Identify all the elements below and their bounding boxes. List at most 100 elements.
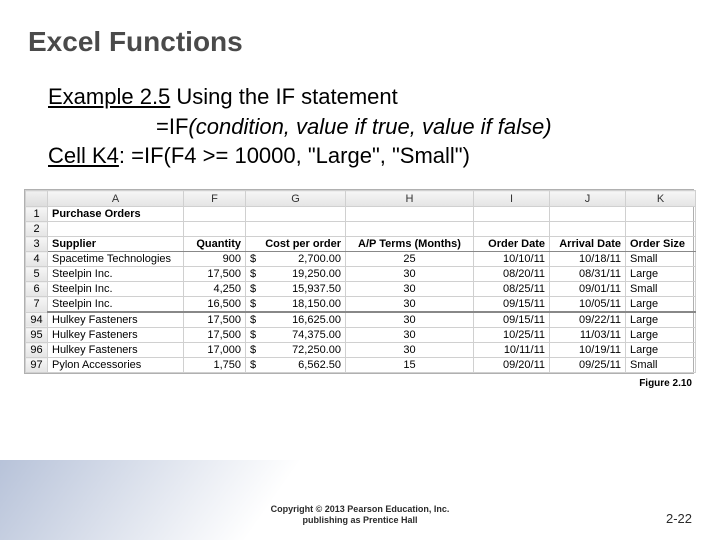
cell-header[interactable]: Supplier	[48, 237, 184, 252]
cell-terms[interactable]: 30	[346, 282, 474, 297]
cell-order[interactable]: 09/15/11	[474, 312, 550, 328]
cell-arrival[interactable]: 09/01/11	[550, 282, 626, 297]
cell-qty[interactable]: 17,500	[184, 312, 246, 328]
cell-supplier[interactable]: Pylon Accessories	[48, 358, 184, 373]
cell-terms[interactable]: 30	[346, 328, 474, 343]
table-row: 97Pylon Accessories1,750$6,562.501509/20…	[26, 358, 696, 373]
cell-size[interactable]: Large	[626, 267, 696, 282]
cell-cost[interactable]: $15,937.50	[246, 282, 346, 297]
row-header[interactable]: 96	[26, 343, 48, 358]
cell-size[interactable]: Small	[626, 358, 696, 373]
cell-supplier[interactable]: Hulkey Fasteners	[48, 312, 184, 328]
cell-header[interactable]: Order Date	[474, 237, 550, 252]
cell-cost[interactable]: $2,700.00	[246, 252, 346, 267]
row-header[interactable]: 5	[26, 267, 48, 282]
row-header[interactable]: 7	[26, 297, 48, 313]
cell-supplier[interactable]: Hulkey Fasteners	[48, 328, 184, 343]
row-header[interactable]: 3	[26, 237, 48, 252]
cell-cost[interactable]: $6,562.50	[246, 358, 346, 373]
cell-terms[interactable]: 30	[346, 343, 474, 358]
table-row: 2	[26, 222, 696, 237]
cell-size[interactable]: Large	[626, 297, 696, 313]
cell-arrival[interactable]: 09/22/11	[550, 312, 626, 328]
cell-arrival[interactable]: 08/31/11	[550, 267, 626, 282]
cell-order[interactable]: 08/25/11	[474, 282, 550, 297]
col-header[interactable]: G	[246, 191, 346, 207]
cell-header[interactable]: Quantity	[184, 237, 246, 252]
row-header[interactable]: 94	[26, 312, 48, 328]
cell-terms[interactable]: 30	[346, 267, 474, 282]
cell-order[interactable]: 09/20/11	[474, 358, 550, 373]
cell-qty[interactable]: 17,500	[184, 267, 246, 282]
cell-supplier[interactable]: Hulkey Fasteners	[48, 343, 184, 358]
page-number: 2-22	[666, 511, 692, 526]
example-line: Example 2.5 Using the IF statement	[48, 82, 684, 112]
cell-supplier[interactable]: Steelpin Inc.	[48, 267, 184, 282]
cell-supplier[interactable]: Spacetime Technologies	[48, 252, 184, 267]
cell-order[interactable]: 09/15/11	[474, 297, 550, 313]
cell-line: Cell K4: =IF(F4 >= 10000, "Large", "Smal…	[48, 141, 684, 171]
col-header[interactable]: A	[48, 191, 184, 207]
cell-terms[interactable]: 25	[346, 252, 474, 267]
cell-arrival[interactable]: 09/25/11	[550, 358, 626, 373]
slide: Excel Functions Example 2.5 Using the IF…	[0, 0, 720, 540]
cell-size[interactable]: Large	[626, 328, 696, 343]
cell-size[interactable]: Small	[626, 252, 696, 267]
table-row: 6Steelpin Inc.4,250$15,937.503008/25/110…	[26, 282, 696, 297]
cell-terms[interactable]: 30	[346, 297, 474, 313]
col-header[interactable]: H	[346, 191, 474, 207]
cell-order[interactable]: 10/11/11	[474, 343, 550, 358]
copyright-line1: Copyright © 2013 Pearson Education, Inc.	[0, 504, 720, 515]
copyright-line2: publishing as Prentice Hall	[0, 515, 720, 526]
cell-cost[interactable]: $72,250.00	[246, 343, 346, 358]
cell-cost[interactable]: $74,375.00	[246, 328, 346, 343]
cell-cost[interactable]: $18,150.00	[246, 297, 346, 313]
cell-header[interactable]: Arrival Date	[550, 237, 626, 252]
cell-arrival[interactable]: 11/03/11	[550, 328, 626, 343]
cell-qty[interactable]: 17,500	[184, 328, 246, 343]
spreadsheet: A F G H I J K 1Purchase Orders23Supplier…	[24, 189, 694, 374]
cell-cost[interactable]: $19,250.00	[246, 267, 346, 282]
cell-title[interactable]: Purchase Orders	[48, 207, 184, 222]
formula-template: =IF(condition, value if true, value if f…	[48, 112, 684, 142]
cell-arrival[interactable]: 10/05/11	[550, 297, 626, 313]
cell-terms[interactable]: 30	[346, 312, 474, 328]
cell-order[interactable]: 10/25/11	[474, 328, 550, 343]
row-header[interactable]: 95	[26, 328, 48, 343]
cell-order[interactable]: 10/10/11	[474, 252, 550, 267]
cell-terms[interactable]: 15	[346, 358, 474, 373]
table-row: 95Hulkey Fasteners17,500$74,375.003010/2…	[26, 328, 696, 343]
col-header[interactable]: J	[550, 191, 626, 207]
copyright: Copyright © 2013 Pearson Education, Inc.…	[0, 504, 720, 527]
row-header[interactable]: 4	[26, 252, 48, 267]
cell-arrival[interactable]: 10/18/11	[550, 252, 626, 267]
col-header[interactable]: I	[474, 191, 550, 207]
cell-qty[interactable]: 4,250	[184, 282, 246, 297]
cell-header[interactable]: Cost per order	[246, 237, 346, 252]
cell-qty[interactable]: 900	[184, 252, 246, 267]
row-header[interactable]: 97	[26, 358, 48, 373]
col-header[interactable]: K	[626, 191, 696, 207]
cell-arrival[interactable]: 10/19/11	[550, 343, 626, 358]
cell-qty[interactable]: 17,000	[184, 343, 246, 358]
col-header[interactable]: F	[184, 191, 246, 207]
table-row: 5Steelpin Inc.17,500$19,250.003008/20/11…	[26, 267, 696, 282]
cell-order[interactable]: 08/20/11	[474, 267, 550, 282]
cell-size[interactable]: Large	[626, 312, 696, 328]
row-header[interactable]: 2	[26, 222, 48, 237]
example-rest: Using the IF statement	[170, 84, 397, 109]
row-header[interactable]: 6	[26, 282, 48, 297]
cell-supplier[interactable]: Steelpin Inc.	[48, 297, 184, 313]
cell-size[interactable]: Large	[626, 343, 696, 358]
cell-size[interactable]: Small	[626, 282, 696, 297]
cell-qty[interactable]: 16,500	[184, 297, 246, 313]
cell-supplier[interactable]: Steelpin Inc.	[48, 282, 184, 297]
cell-header[interactable]: A/P Terms (Months)	[346, 237, 474, 252]
table-row: 1Purchase Orders	[26, 207, 696, 222]
cell-qty[interactable]: 1,750	[184, 358, 246, 373]
cell-cost[interactable]: $16,625.00	[246, 312, 346, 328]
cell-header[interactable]: Order Size	[626, 237, 696, 252]
row-header[interactable]: 1	[26, 207, 48, 222]
table-row: 96Hulkey Fasteners17,000$72,250.003010/1…	[26, 343, 696, 358]
select-all-corner[interactable]	[26, 191, 48, 207]
